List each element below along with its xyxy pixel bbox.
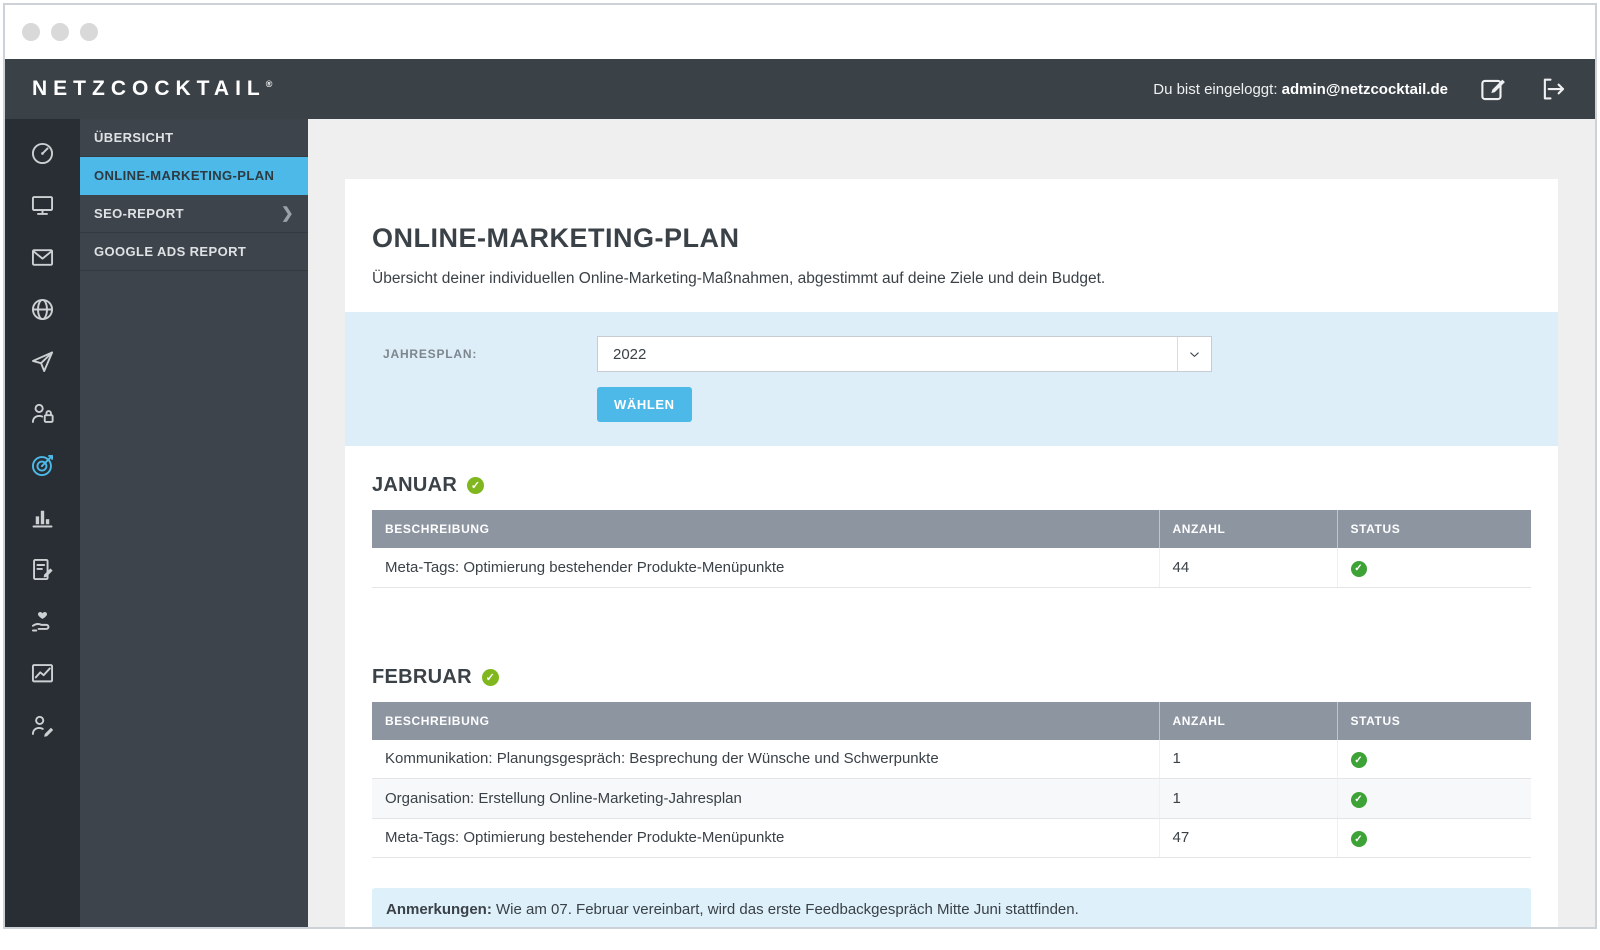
content-card: ONLINE-MARKETING-PLAN Übersicht deiner i…: [345, 179, 1558, 927]
page-title: ONLINE-MARKETING-PLAN: [372, 223, 740, 253]
send-icon[interactable]: [5, 335, 80, 387]
plan-table: BESCHREIBUNG ANZAHL STATUS Kommunikation: P…: [372, 701, 1531, 859]
login-prefix: Du bist eingeloggt:: [1153, 80, 1282, 98]
column-header: STATUS: [1337, 701, 1531, 740]
yearplan-filter-panel: JAHRESPLAN: 2022 WÄHLEN: [345, 312, 1558, 446]
column-header: BESCHREIBUNG: [372, 701, 1160, 740]
month-complete-icon: ✓: [467, 477, 485, 494]
window-control-dot[interactable]: [51, 23, 69, 41]
icon-sidebar: [5, 119, 80, 927]
dashboard-icon[interactable]: [5, 127, 80, 179]
bar-chart-icon[interactable]: [5, 491, 80, 543]
note-box: Anmerkungen: Wie am 07. Februar vereinba…: [372, 888, 1531, 927]
main-area: ONLINE-MARKETING-PLAN Übersicht deiner i…: [308, 119, 1595, 927]
login-email: admin@netzcocktail.de: [1281, 80, 1448, 98]
globe-icon[interactable]: [5, 283, 80, 335]
app-body: ÜBERSICHT ONLINE-MARKETING-PLAN SEO-REPORT…: [5, 119, 1595, 927]
column-header: ANZAHL: [1159, 701, 1338, 740]
year-select[interactable]: 2022: [597, 336, 1212, 372]
report-edit-icon[interactable]: [5, 543, 80, 595]
window-control-dot[interactable]: [22, 23, 40, 41]
sidebar-item-label: ÜBERSICHT: [94, 130, 174, 145]
browser-window: NETZCOCKTAIL® Du bist eingeloggt: admin@…: [3, 3, 1597, 929]
sidebar-item-übersicht[interactable]: ÜBERSICHT: [80, 119, 308, 157]
menu-sidebar: ÜBERSICHT ONLINE-MARKETING-PLAN SEO-REPORT…: [80, 119, 308, 927]
task-description: Organisation: Erstellung Online-Marketin…: [372, 778, 1160, 819]
table-header-row: BESCHREIBUNG ANZAHL STATUS: [372, 701, 1531, 740]
window-control-dot[interactable]: [80, 23, 98, 41]
months-list: JANUAR ✓ BESCHREIBUNG ANZAHL STATUS Meta-Tags…: [372, 474, 1531, 927]
sidebar-item-label: ONLINE-MARKETING-PLAN: [94, 168, 275, 183]
edit-icon[interactable]: [1478, 74, 1508, 104]
plan-table: BESCHREIBUNG ANZAHL STATUS Meta-Tags: Optim…: [372, 510, 1531, 588]
window-titlebar: [5, 5, 1595, 59]
task-status: ✓: [1337, 548, 1531, 588]
task-count: 1: [1159, 739, 1338, 779]
task-count: 47: [1159, 818, 1338, 858]
task-status: ✓: [1337, 778, 1531, 819]
image-chart-icon[interactable]: [5, 647, 80, 699]
year-select-value: 2022: [613, 345, 647, 363]
status-done-icon: ✓: [1350, 831, 1367, 847]
target-icon[interactable]: [5, 439, 80, 491]
table-row: Meta-Tags: Optimierung bestehender Produ…: [372, 548, 1531, 588]
sidebar-item-label: GOOGLE ADS REPORT: [94, 244, 247, 259]
month-heading: JANUAR ✓: [372, 474, 1531, 497]
yearplan-controls: 2022 WÄHLEN: [597, 336, 1212, 422]
table-row: Meta-Tags: Optimierung bestehender Produ…: [372, 818, 1531, 858]
care-icon[interactable]: [5, 595, 80, 647]
task-description: Kommunikation: Planungsgespräch: Besprec…: [372, 739, 1160, 779]
chevron-right-icon: ❯: [281, 205, 294, 222]
table-row: Kommunikation: Planungsgespräch: Besprec…: [372, 739, 1531, 779]
table-header-row: BESCHREIBUNG ANZAHL STATUS: [372, 510, 1531, 548]
column-header: ANZAHL: [1159, 510, 1338, 548]
month-name: JANUAR: [372, 474, 458, 496]
column-header: BESCHREIBUNG: [372, 510, 1160, 548]
task-description: Meta-Tags: Optimierung bestehender Produ…: [372, 818, 1160, 858]
status-done-icon: ✓: [1350, 560, 1367, 577]
status-done-icon: ✓: [1350, 791, 1367, 808]
month-section-februar: FEBRUAR ✓ BESCHREIBUNG ANZAHL STATUS Kommunik…: [372, 666, 1531, 927]
task-status: ✓: [1337, 818, 1531, 858]
app-logo: NETZCOCKTAIL®: [32, 77, 272, 101]
task-count: 1: [1159, 778, 1338, 819]
task-count: 44: [1159, 548, 1338, 588]
logo-text: NETZCOCKTAIL: [32, 77, 266, 100]
table-row: Organisation: Erstellung Online-Marketin…: [372, 778, 1531, 819]
month-name: FEBRUAR: [372, 665, 472, 688]
sidebar-item-label: SEO-REPORT: [94, 206, 184, 221]
column-header: STATUS: [1337, 510, 1531, 548]
user-lock-icon[interactable]: [5, 387, 80, 439]
month-section-januar: JANUAR ✓ BESCHREIBUNG ANZAHL STATUS Meta-Tags…: [372, 474, 1531, 588]
month-heading: FEBRUAR ✓: [372, 666, 1531, 689]
sidebar-item-seo-report[interactable]: SEO-REPORT ❯: [80, 195, 308, 233]
login-status: Du bist eingeloggt: admin@netzcocktail.d…: [1153, 81, 1448, 98]
status-done-icon: ✓: [1350, 752, 1367, 768]
month-complete-icon: ✓: [481, 668, 499, 686]
monitor-icon[interactable]: [5, 179, 80, 231]
page-subtitle: Übersicht deiner individuellen Online-Ma…: [372, 270, 1106, 287]
chevron-down-icon: [1177, 337, 1211, 371]
header-right: Du bist eingeloggt: admin@netzcocktail.d…: [1153, 74, 1568, 104]
choose-button[interactable]: WÄHLEN: [597, 387, 692, 422]
app-header: NETZCOCKTAIL® Du bist eingeloggt: admin@…: [5, 59, 1595, 119]
sidebar-item-google-ads-report[interactable]: GOOGLE ADS REPORT: [80, 233, 308, 271]
task-description: Meta-Tags: Optimierung bestehender Produ…: [372, 548, 1160, 588]
logout-icon[interactable]: [1538, 74, 1568, 104]
sidebar-item-online-marketing-plan[interactable]: ONLINE-MARKETING-PLAN: [80, 157, 308, 195]
task-status: ✓: [1337, 739, 1531, 779]
registered-mark: ®: [265, 79, 273, 89]
yearplan-label: JAHRESPLAN:: [383, 347, 478, 361]
note-label: Anmerkungen:: [386, 901, 492, 918]
user-edit-icon[interactable]: [5, 699, 80, 751]
mail-icon[interactable]: [5, 231, 80, 283]
